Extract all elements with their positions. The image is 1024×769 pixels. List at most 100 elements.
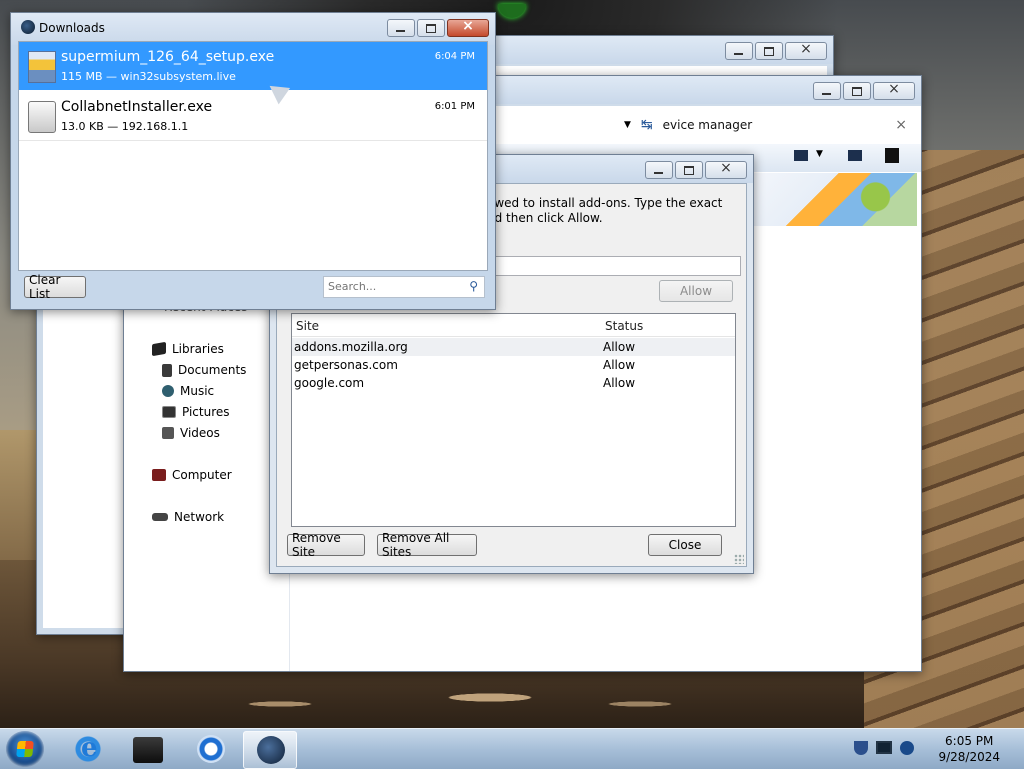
maximize-button[interactable] bbox=[755, 42, 783, 60]
column-site[interactable]: Site bbox=[296, 319, 319, 333]
start-button[interactable] bbox=[6, 731, 44, 767]
taskbar-browser[interactable] bbox=[243, 731, 297, 769]
clock-date: 9/28/2024 bbox=[938, 750, 1000, 764]
taskbar-media-player[interactable] bbox=[184, 731, 236, 767]
nav-pictures[interactable]: Pictures bbox=[162, 405, 230, 419]
download-item[interactable]: CollabnetInstaller.exe 13.0 KB — 192.168… bbox=[19, 92, 487, 141]
taskbar-app[interactable] bbox=[120, 731, 172, 767]
close-button[interactable] bbox=[447, 18, 489, 37]
clock[interactable]: 6:05 PM 9/28/2024 bbox=[938, 733, 1000, 765]
taskbar-ie[interactable] bbox=[61, 731, 113, 767]
site-list[interactable]: Site Status addons.mozilla.org Allow get… bbox=[291, 313, 736, 527]
downloads-window[interactable]: Downloads supermium_126_64_setup.exe 115… bbox=[10, 12, 496, 310]
dialog-description: owed to install add-ons. Type the exact … bbox=[487, 196, 747, 226]
refresh-icon[interactable]: ↹ bbox=[641, 117, 653, 133]
downloads-title: Downloads bbox=[39, 21, 105, 35]
network-icon bbox=[152, 513, 168, 521]
site-row[interactable]: getpersonas.com Allow bbox=[292, 356, 735, 374]
documents-icon bbox=[162, 363, 172, 377]
description-line-1: owed to install add-ons. Type the exact bbox=[487, 196, 723, 210]
close-dialog-button[interactable]: Close bbox=[648, 534, 722, 556]
download-item[interactable]: supermium_126_64_setup.exe 115 MB — win3… bbox=[19, 42, 487, 90]
videos-icon bbox=[162, 427, 174, 439]
downloads-search[interactable]: ⚲ bbox=[323, 276, 485, 298]
libraries-label: Libraries bbox=[172, 342, 224, 356]
site-status: Allow bbox=[603, 340, 636, 354]
maximize-button[interactable] bbox=[843, 82, 871, 100]
nav-videos[interactable]: Videos bbox=[162, 426, 220, 440]
site-name: google.com bbox=[294, 376, 365, 390]
clear-search-icon[interactable]: × bbox=[895, 117, 907, 133]
allow-button[interactable]: Allow bbox=[659, 280, 733, 302]
site-name: addons.mozilla.org bbox=[294, 340, 408, 354]
taskbar: 6:05 PM 9/28/2024 bbox=[0, 728, 1024, 769]
description-line-2: nd then click Allow. bbox=[487, 211, 603, 225]
security-shield-icon[interactable] bbox=[854, 741, 868, 755]
minimize-button[interactable] bbox=[813, 82, 841, 100]
resize-grip[interactable] bbox=[734, 554, 744, 564]
site-address-input[interactable] bbox=[487, 256, 741, 276]
clear-list-button[interactable]: Clear List bbox=[24, 273, 86, 301]
nav-computer[interactable]: Computer bbox=[152, 468, 232, 482]
minimize-button[interactable] bbox=[725, 42, 753, 60]
volume-icon[interactable] bbox=[900, 741, 914, 755]
download-meta: 115 MB — win32subsystem.live bbox=[61, 70, 236, 83]
close-button[interactable] bbox=[873, 81, 915, 100]
clock-time: 6:05 PM bbox=[945, 734, 994, 748]
help-icon[interactable] bbox=[885, 148, 899, 163]
dropdown-arrow-icon[interactable]: ▼ bbox=[624, 120, 631, 130]
videos-label: Videos bbox=[180, 426, 220, 440]
download-time: 6:01 PM bbox=[434, 101, 475, 112]
downloads-list[interactable]: supermium_126_64_setup.exe 115 MB — win3… bbox=[18, 41, 488, 271]
nav-documents[interactable]: Documents bbox=[162, 363, 246, 377]
libraries-icon bbox=[152, 341, 166, 357]
computer-label: Computer bbox=[172, 468, 232, 482]
documents-label: Documents bbox=[178, 363, 247, 377]
installer-file-icon bbox=[28, 101, 56, 133]
remove-all-sites-button[interactable]: Remove All Sites bbox=[377, 531, 477, 559]
nav-libraries[interactable]: Libraries bbox=[152, 341, 224, 357]
music-icon bbox=[162, 385, 174, 397]
media-player-icon bbox=[197, 735, 225, 763]
search-text[interactable]: evice manager bbox=[663, 118, 753, 132]
view-dropdown-icon[interactable]: ▼ bbox=[816, 149, 823, 159]
computer-icon bbox=[152, 469, 166, 481]
nav-network[interactable]: Network bbox=[152, 510, 224, 524]
pictures-label: Pictures bbox=[182, 405, 230, 419]
music-label: Music bbox=[180, 384, 215, 398]
site-row[interactable]: addons.mozilla.org Allow bbox=[292, 338, 735, 356]
download-time: 6:04 PM bbox=[434, 51, 475, 62]
windows-logo-banner bbox=[751, 173, 917, 226]
browser-logo-icon bbox=[21, 20, 35, 34]
minimize-button[interactable] bbox=[645, 161, 673, 179]
system-tray bbox=[854, 741, 914, 755]
maximize-button[interactable] bbox=[675, 161, 703, 179]
minimize-button[interactable] bbox=[387, 19, 415, 37]
remove-site-button[interactable]: Remove Site bbox=[287, 531, 365, 559]
preview-pane-icon[interactable] bbox=[848, 150, 862, 161]
close-button[interactable] bbox=[785, 41, 827, 60]
site-list-header: Site Status bbox=[292, 314, 735, 337]
search-icon[interactable]: ⚲ bbox=[469, 279, 478, 293]
download-filename: CollabnetInstaller.exe bbox=[61, 99, 213, 115]
wallpaper-rocks bbox=[160, 665, 760, 730]
app-box-icon bbox=[133, 737, 163, 763]
download-filename: supermium_126_64_setup.exe bbox=[61, 49, 275, 65]
view-icon[interactable] bbox=[794, 150, 808, 161]
download-meta: 13.0 KB — 192.168.1.1 bbox=[61, 120, 189, 133]
site-name: getpersonas.com bbox=[294, 358, 398, 372]
network-label: Network bbox=[174, 510, 225, 524]
browser-icon bbox=[257, 736, 285, 764]
site-status: Allow bbox=[603, 358, 636, 372]
network-monitor-icon[interactable] bbox=[876, 741, 892, 754]
column-status[interactable]: Status bbox=[605, 319, 643, 333]
internet-explorer-icon bbox=[74, 733, 102, 763]
downloads-search-input[interactable] bbox=[324, 277, 462, 295]
nav-music[interactable]: Music bbox=[162, 384, 214, 398]
site-status: Allow bbox=[603, 376, 636, 390]
setup-file-icon bbox=[28, 51, 56, 83]
pictures-icon bbox=[162, 406, 176, 418]
close-button[interactable] bbox=[705, 160, 747, 179]
maximize-button[interactable] bbox=[417, 19, 445, 37]
site-row[interactable]: google.com Allow bbox=[292, 374, 735, 392]
